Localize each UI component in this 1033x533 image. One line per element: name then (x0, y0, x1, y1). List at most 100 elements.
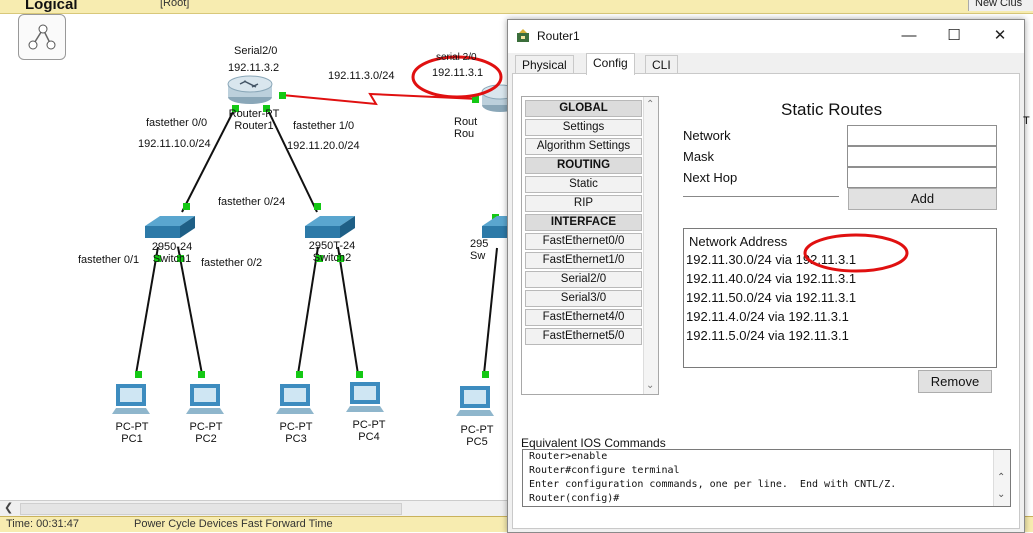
sidebar-item-fastethernet1-0[interactable]: FastEthernet1/0 (525, 252, 642, 269)
sidebar-section-header: INTERFACE (525, 214, 642, 231)
static-routes-title: Static Routes (781, 100, 883, 119)
close-icon[interactable]: ✕ (985, 26, 1015, 46)
switch1-type: 2950-24 (151, 241, 193, 253)
fastether024-label: fastether 0/24 (218, 196, 286, 208)
pc-icons (112, 382, 494, 416)
packet-tracer-icon (517, 29, 529, 42)
scrollbar-thumb[interactable] (20, 503, 402, 515)
tab-cli[interactable]: CLI (645, 55, 678, 74)
scroll-left-icon[interactable]: ❮ (4, 501, 13, 514)
minimize-icon[interactable]: — (894, 26, 924, 46)
router1-label[interactable]: Router-PT Router1 (214, 108, 294, 132)
console-line: Router>enable (529, 451, 608, 462)
router1-dialog: Router1 — ☐ ✕ Physical Config CLI ⌃ ⌄ GL… (507, 19, 1025, 533)
sidebar-item-static[interactable]: Static (525, 176, 642, 193)
switch3-type: 295 (470, 238, 489, 250)
serial20-label: Serial2/0 (234, 45, 278, 57)
switch1-label[interactable]: 2950-24 Switch1 (132, 241, 212, 265)
sidebar-item-algorithm-settings[interactable]: Algorithm Settings (525, 138, 642, 155)
mask-input[interactable] (847, 146, 997, 167)
next-hop-input[interactable] (847, 167, 997, 188)
console-scroll-up-icon[interactable]: ⌃ (997, 472, 1005, 483)
serial20-router2-label: serial 2/0 (436, 52, 477, 63)
router1-icon (227, 75, 273, 104)
router2-label[interactable]: Rout Rou (454, 116, 494, 140)
link-switch1-pc1 (135, 246, 159, 375)
fastether01-label: fastether 0/1 (78, 254, 140, 266)
form-separator (683, 196, 839, 197)
remove-button[interactable]: Remove (918, 370, 992, 393)
pc1-name: PC1 (121, 433, 143, 445)
route-entry[interactable]: 192.11.4.0/24 via 192.11.3.1 (686, 309, 849, 324)
sidebar-item-fastethernet5-0[interactable]: FastEthernet5/0 (525, 328, 642, 345)
route-entry[interactable]: 192.11.5.0/24 via 192.11.3.1 (686, 328, 849, 343)
pc1-type: PC-PT (115, 421, 149, 433)
tab-physical[interactable]: Physical (515, 55, 574, 74)
net20-label: 192.11.20.0/24 (287, 140, 360, 152)
power-cycle-link[interactable]: Power Cycle Devices Fast Forward Time (134, 518, 333, 530)
dialog-tabs: Physical Config CLI (512, 53, 1020, 75)
scroll-down-icon[interactable]: ⌄ (646, 380, 654, 391)
dialog-titlebar[interactable]: Router1 — ☐ ✕ (508, 20, 1024, 53)
router2-type: Rout (454, 116, 478, 128)
pc4-name: PC4 (358, 431, 380, 443)
maximize-icon[interactable]: ☐ (939, 26, 969, 46)
pc4-label[interactable]: PC-PT PC4 (329, 419, 409, 443)
switch2-type: 2950T-24 (308, 240, 356, 252)
switch1-name: Switch1 (152, 253, 192, 265)
sidebar-item-fastethernet0-0[interactable]: FastEthernet0/0 (525, 233, 642, 250)
sidebar-item-settings[interactable]: Settings (525, 119, 642, 136)
console-scroll-down-icon[interactable]: ⌄ (997, 489, 1005, 500)
workspace-horizontal-scrollbar[interactable]: ❮ (0, 500, 508, 516)
switch3-name: Sw (470, 250, 486, 262)
pc2-label[interactable]: PC-PT PC2 (166, 421, 246, 445)
pc1-label[interactable]: PC-PT PC1 (92, 421, 172, 445)
router2-icon (481, 84, 508, 112)
console-line: Router(config)# (529, 493, 620, 504)
sidebar-section-header: ROUTING (525, 157, 642, 174)
config-panel: ⌃ ⌄ GLOBAL Settings Algorithm Settings ROUT… (512, 73, 1020, 529)
router2-name: Rou (454, 128, 475, 140)
link-switch2-pc4 (337, 246, 359, 375)
sidebar-item-fastethernet4-0[interactable]: FastEthernet4/0 (525, 309, 642, 326)
annotation-circle-route (803, 233, 909, 273)
scroll-up-icon[interactable]: ⌃ (646, 99, 654, 110)
pc5-label[interactable]: PC-PT PC5 (437, 424, 517, 448)
pc3-type: PC-PT (279, 421, 313, 433)
pc4-type: PC-PT (352, 419, 386, 431)
network-input[interactable] (847, 125, 997, 146)
switch2-label[interactable]: 2950T-24 Switch2 (292, 240, 372, 264)
switch3-icon (482, 216, 508, 238)
sidebar-item-serial3-0[interactable]: Serial3/0 (525, 290, 642, 307)
serial-network-label: 192.11.3.0/24 (328, 70, 395, 82)
root-breadcrumb[interactable]: [Root] (160, 0, 189, 9)
sidebar-item-serial2-0[interactable]: Serial2/0 (525, 271, 642, 288)
switch2-name: Switch2 (312, 252, 352, 264)
mask-label: Mask (683, 149, 715, 164)
console-line: Router#configure terminal (529, 465, 680, 476)
link-switch2-pc3 (297, 246, 319, 375)
new-cluster-button[interactable]: New Clus (968, 0, 1033, 11)
switch1-icon (145, 216, 195, 238)
console-scrollbar[interactable]: ⌃ ⌄ (993, 450, 1010, 506)
ios-commands-label: Equivalent IOS Commands (521, 436, 666, 450)
next-hop-label: Next Hop (683, 170, 738, 185)
add-button[interactable]: Add (848, 188, 997, 210)
logical-view-icon[interactable] (18, 14, 66, 60)
route-entry[interactable]: 192.11.50.0/24 via 192.11.3.1 (686, 290, 856, 305)
console-line: Enter configuration commands, one per li… (529, 479, 897, 490)
router1-ip-label: 192.11.3.2 (228, 62, 280, 74)
pc2-name: PC2 (195, 433, 217, 445)
sidebar-scrollbar[interactable]: ⌃ ⌄ (643, 97, 658, 394)
switch3-label[interactable]: 295 Sw (470, 238, 506, 262)
offscreen-edge-text: T (1023, 115, 1030, 127)
router1-type: Router-PT (228, 108, 280, 120)
tab-config[interactable]: Config (586, 53, 635, 75)
pc5-name: PC5 (466, 436, 488, 448)
pc2-type: PC-PT (189, 421, 223, 433)
logical-mode-label: Logical (25, 0, 78, 13)
sidebar-item-rip[interactable]: RIP (525, 195, 642, 212)
ios-commands-console[interactable]: ⌃ ⌄ Router>enable Router#configure termin… (522, 449, 1011, 507)
link-switch3-pc5 (483, 247, 498, 375)
pc3-label[interactable]: PC-PT PC3 (256, 421, 336, 445)
